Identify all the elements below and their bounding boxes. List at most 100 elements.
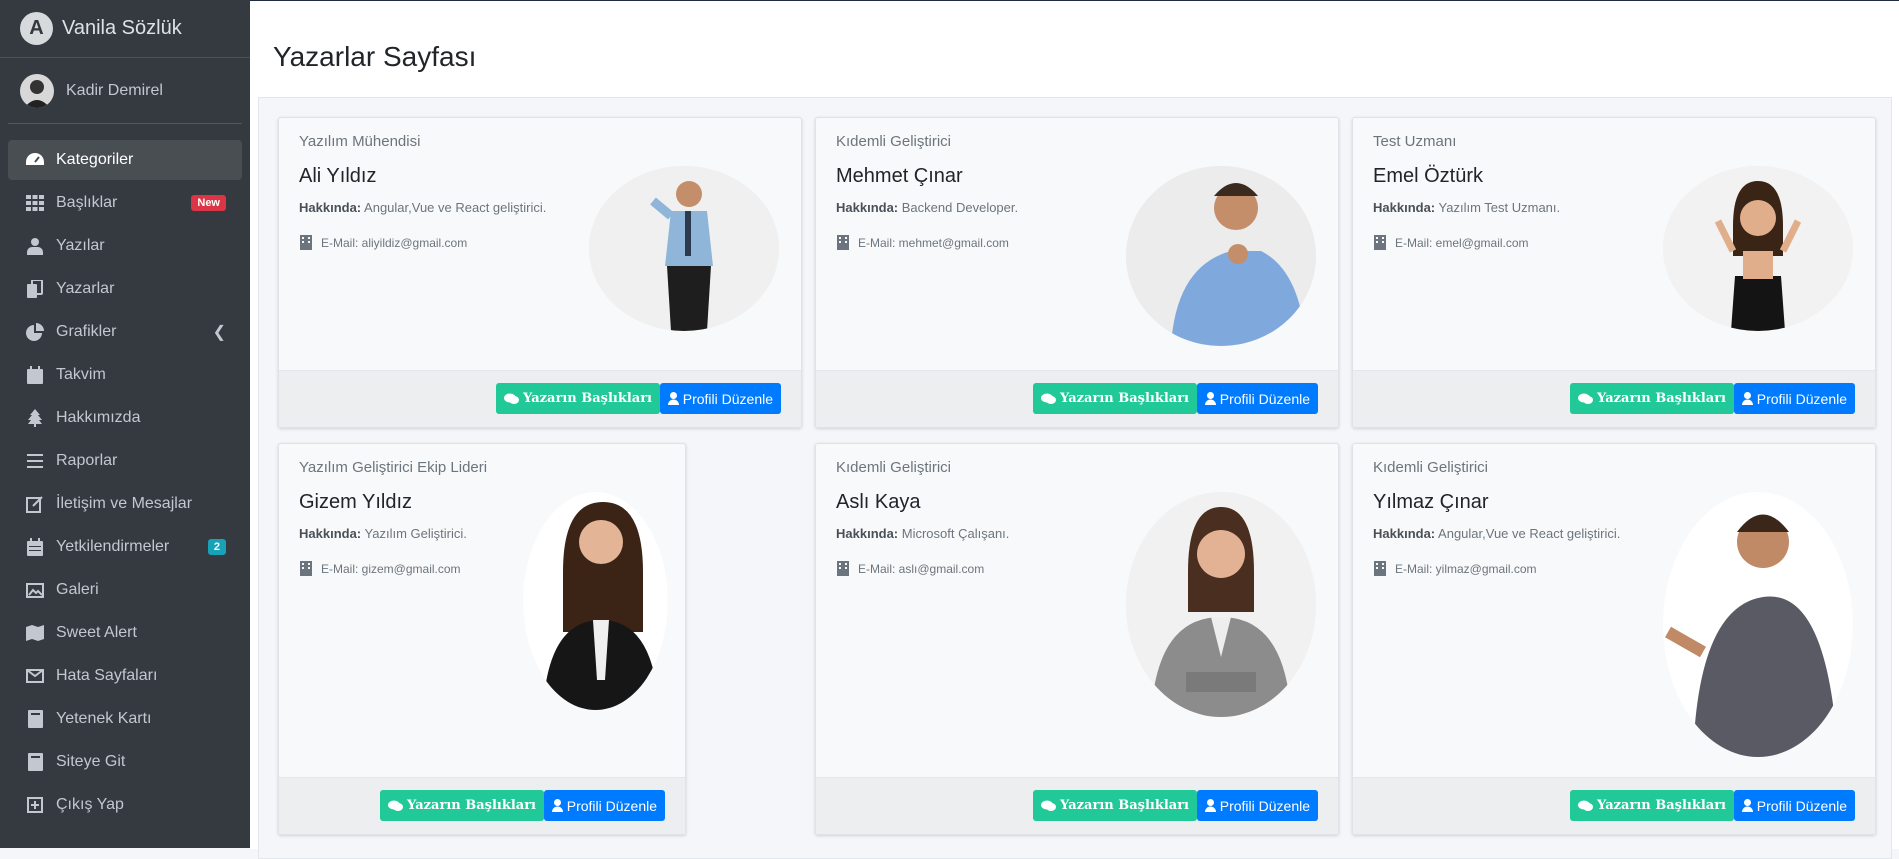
author-card: Yazılım Geliştirici Ekip Lideri Gizem Yı… <box>278 443 686 835</box>
sidebar-item-label: Sweet Alert <box>56 624 137 641</box>
user-icon <box>1204 799 1216 812</box>
author-role: Test Uzmanı <box>1373 133 1457 150</box>
sidebar-item-hata-sayfalari[interactable]: Hata Sayfaları <box>8 656 242 696</box>
building-icon <box>837 561 849 576</box>
sidebar-item-grafikler[interactable]: Grafikler ❮ <box>8 312 242 352</box>
author-card: Kıdemli Geliştirici Mehmet Çınar Hakkınd… <box>815 117 1339 428</box>
sidebar-item-raporlar[interactable]: Raporlar <box>8 441 242 481</box>
sidebar-item-yetkilendirmeler[interactable]: Yetkilendirmeler 2 <box>8 527 242 567</box>
new-badge: New <box>191 195 226 211</box>
author-role: Kıdemli Geliştirici <box>1373 459 1489 476</box>
sidebar-item-label: Çıkış Yap <box>56 796 124 813</box>
author-role: Kıdemli Geliştirici <box>836 459 952 476</box>
author-about: Hakkında: Angular,Vue ve React geliştiri… <box>299 200 547 215</box>
calendar-icon <box>24 365 46 385</box>
sidebar-item-label: Siteye Git <box>56 753 126 770</box>
sidebar-item-label: Hata Sayfaları <box>56 667 158 684</box>
author-email: E-Mail: emel@gmail.com <box>1373 235 1529 250</box>
author-email: E-Mail: aliyildiz@gmail.com <box>299 235 467 250</box>
author-about: Hakkında: Backend Developer. <box>836 200 1019 215</box>
edit-icon <box>24 494 46 514</box>
edit-profile-button[interactable]: Profili Düzenle <box>543 790 665 821</box>
building-icon <box>300 235 312 250</box>
building-icon <box>837 235 849 250</box>
author-topics-button[interactable]: Yazarın Başlıkları <box>1569 790 1734 821</box>
main-content: Yazarlar Sayfası Yazılım Mühendisi Ali Y… <box>250 0 1899 859</box>
sidebar-item-iletisim[interactable]: İletişim ve Mesajlar <box>8 484 242 524</box>
edit-profile-button[interactable]: Profili Düzenle <box>659 383 781 414</box>
sidebar-item-label: Grafikler <box>56 323 117 340</box>
tree-icon <box>24 408 46 428</box>
author-email: E-Mail: yilmaz@gmail.com <box>1373 561 1537 576</box>
author-name: Mehmet Çınar <box>836 165 963 187</box>
brand-text: Vanila Sözlük <box>62 17 182 39</box>
card-footer: Yazarın Başlıkları Profili Düzenle <box>1353 370 1875 427</box>
sidebar-item-basliklar[interactable]: Başlıklar New <box>8 183 242 223</box>
edit-profile-button[interactable]: Profili Düzenle <box>1733 790 1855 821</box>
comments-icon <box>1577 800 1593 811</box>
card-footer: Yazarın Başlıkları Profili Düzenle <box>1353 777 1875 834</box>
comments-icon <box>1040 800 1056 811</box>
sidebar-item-label: İletişim ve Mesajlar <box>56 495 193 512</box>
user-icon <box>1741 392 1753 405</box>
sidebar-item-cikis-yap[interactable]: Çıkış Yap <box>8 785 242 825</box>
image-icon <box>24 580 46 600</box>
sidebar-item-siteye-git[interactable]: Siteye Git <box>8 742 242 782</box>
sidebar-item-label: Yazarlar <box>56 280 115 297</box>
brand-link[interactable]: A Vanila Sözlük <box>0 0 250 58</box>
page-title: Yazarlar Sayfası <box>273 41 477 72</box>
sidebar-item-label: Raporlar <box>56 452 118 469</box>
chevron-left-icon: ❮ <box>212 324 226 341</box>
pie-chart-icon <box>24 322 46 342</box>
map-icon <box>24 623 46 643</box>
building-icon <box>300 561 312 576</box>
sidebar-item-label: Kategoriler <box>56 151 134 168</box>
sidebar-item-yetenek-karti[interactable]: Yetenek Kartı <box>8 699 242 739</box>
author-card: Test Uzmanı Emel Öztürk Hakkında: Yazılı… <box>1352 117 1876 428</box>
author-email: E-Mail: aslı@gmail.com <box>836 561 984 576</box>
author-topics-button[interactable]: Yazarın Başlıkları <box>379 790 544 821</box>
card-footer: Yazarın Başlıkları Profili Düzenle <box>279 777 685 834</box>
edit-profile-button[interactable]: Profili Düzenle <box>1196 383 1318 414</box>
author-topics-button[interactable]: Yazarın Başlıkları <box>1569 383 1734 414</box>
sidebar-item-label: Başlıklar <box>56 194 118 211</box>
sidebar-item-yazarlar[interactable]: Yazarlar <box>8 269 242 309</box>
user-panel[interactable]: Kadir Demirel <box>8 58 242 124</box>
grid-icon <box>24 193 46 213</box>
author-about: Hakkında: Angular,Vue ve React geliştiri… <box>1373 526 1621 541</box>
sidebar-item-label: Yetkilendirmeler <box>56 538 170 555</box>
envelope-icon <box>24 666 46 686</box>
author-email: E-Mail: gizem@gmail.com <box>299 561 461 576</box>
author-role: Yazılım Mühendisi <box>299 133 421 150</box>
plus-square-icon <box>24 795 46 815</box>
author-photo <box>1126 492 1316 717</box>
card-footer: Yazarın Başlıkları Profili Düzenle <box>279 370 801 427</box>
author-about: Hakkında: Microsoft Çalışanı. <box>836 526 1010 541</box>
user-icon <box>1741 799 1753 812</box>
author-email: E-Mail: mehmet@gmail.com <box>836 235 1009 250</box>
sidebar-nav: Kategoriler Başlıklar New Yazılar Yazarl… <box>0 140 250 825</box>
sidebar-item-label: Galeri <box>56 581 99 598</box>
brand-logo-icon: A <box>20 12 53 45</box>
sidebar-item-label: Yetenek Kartı <box>56 710 152 727</box>
book-icon <box>24 709 46 729</box>
author-photo <box>523 492 668 710</box>
sidebar-item-label: Takvim <box>56 366 106 383</box>
edit-profile-button[interactable]: Profili Düzenle <box>1196 790 1318 821</box>
sidebar-item-hakkimizda[interactable]: Hakkımızda <box>8 398 242 438</box>
author-role: Kıdemli Geliştirici <box>836 133 952 150</box>
building-icon <box>1374 561 1386 576</box>
sidebar-item-label: Hakkımızda <box>56 409 141 426</box>
sidebar-item-takvim[interactable]: Takvim <box>8 355 242 395</box>
author-topics-button[interactable]: Yazarın Başlıkları <box>495 383 660 414</box>
sidebar-item-sweet-alert[interactable]: Sweet Alert <box>8 613 242 653</box>
comments-icon <box>1040 393 1056 404</box>
sidebar-item-yazilar[interactable]: Yazılar <box>8 226 242 266</box>
sidebar-item-galeri[interactable]: Galeri <box>8 570 242 610</box>
author-name: Ali Yıldız <box>299 165 377 187</box>
edit-profile-button[interactable]: Profili Düzenle <box>1733 383 1855 414</box>
author-topics-button[interactable]: Yazarın Başlıkları <box>1032 383 1197 414</box>
author-topics-button[interactable]: Yazarın Başlıkları <box>1032 790 1197 821</box>
user-tie-icon <box>24 236 46 256</box>
sidebar-item-kategoriler[interactable]: Kategoriler <box>8 140 242 180</box>
